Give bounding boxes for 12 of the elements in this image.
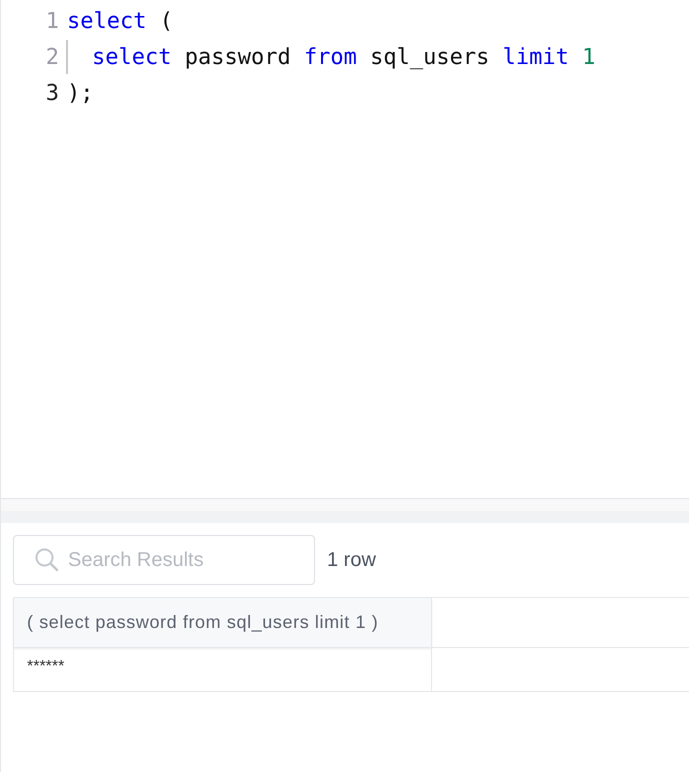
search-field[interactable]: Search Results [13, 535, 315, 585]
column-header[interactable]: ( select password from sql_users limit 1 ) [13, 598, 432, 648]
table-cell: ****** [13, 648, 432, 691]
line-number: 2 [44, 44, 60, 70]
search-icon [34, 547, 60, 573]
code-line: select ( [67, 8, 173, 34]
code-line: select password from sql_users limit 1 [92, 44, 596, 70]
row-count: 1 row [327, 548, 376, 572]
line-number: 1 [44, 8, 60, 34]
indent-guide [66, 40, 68, 74]
line-number: 3 [44, 80, 60, 106]
code-line: ); [67, 80, 94, 106]
